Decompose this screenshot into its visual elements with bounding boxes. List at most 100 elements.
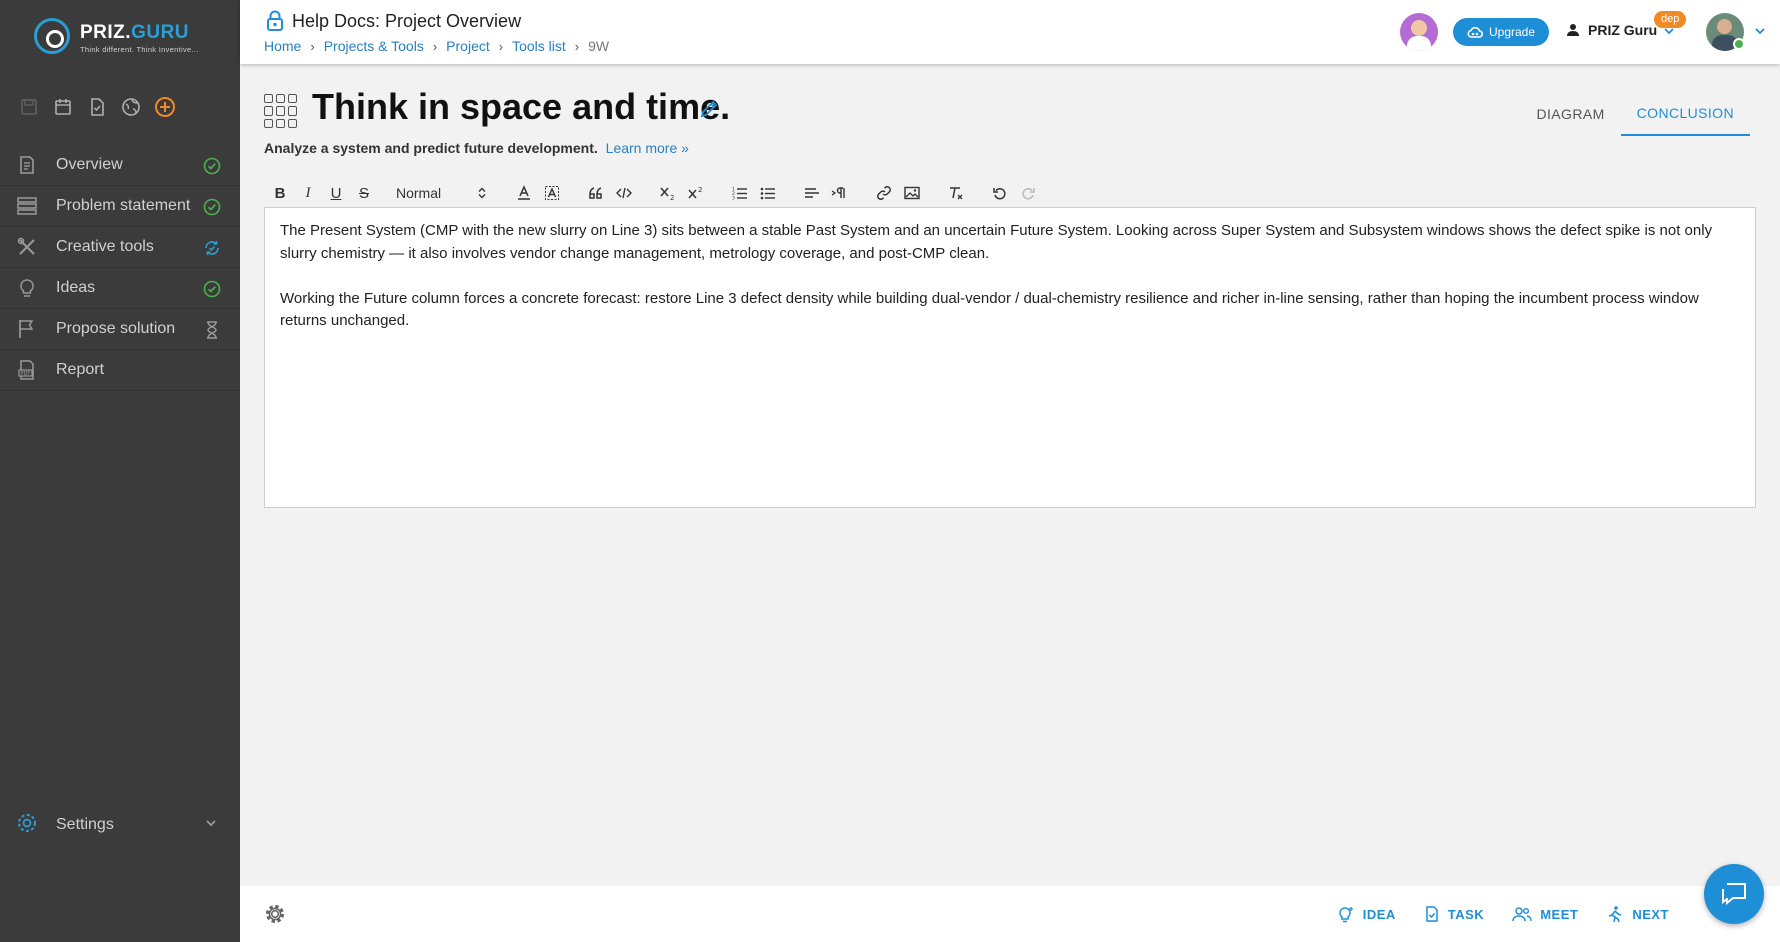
svg-text:2: 2 — [698, 186, 702, 194]
priz-guru-logo[interactable]: PRIZ.GURU Think different. Think Inventi… — [34, 10, 214, 56]
insert-link-button[interactable] — [870, 181, 898, 205]
tab-conclusion[interactable]: CONCLUSION — [1620, 92, 1750, 136]
project-title-text: Help Docs: Project Overview — [292, 10, 522, 31]
heading-select[interactable]: Normal — [396, 181, 494, 205]
code-icon — [616, 187, 632, 199]
align-left-icon — [805, 188, 819, 198]
breadcrumb-current: 9W — [588, 38, 610, 54]
strikethrough-button[interactable]: S — [350, 181, 378, 205]
problem-list-icon — [16, 195, 38, 217]
online-status-icon — [1733, 38, 1745, 50]
chevron-right-icon: › — [574, 38, 580, 54]
redo-button[interactable] — [1014, 181, 1042, 205]
clear-format-button[interactable] — [942, 181, 970, 205]
subscript-icon: 2 — [660, 187, 674, 201]
underline-button[interactable]: U — [322, 181, 350, 205]
svg-text:3: 3 — [732, 196, 735, 201]
sidebar-item-overview[interactable]: Overview — [0, 145, 240, 186]
insert-image-button[interactable] — [898, 181, 926, 205]
svg-text:2: 2 — [670, 194, 674, 201]
page-title: Think in space and time. — [312, 86, 731, 127]
calendar-icon[interactable] — [50, 94, 76, 120]
sidebar-settings[interactable]: Settings — [0, 805, 240, 845]
quote-icon — [589, 187, 602, 199]
sidebar-item-label: Problem statement — [56, 197, 191, 214]
undo-button[interactable] — [986, 181, 1014, 205]
breadcrumb-projects-tools[interactable]: Projects & Tools — [324, 38, 424, 54]
sidebar-item-label: Ideas — [56, 279, 96, 296]
breadcrumb-tools-list[interactable]: Tools list — [512, 38, 566, 54]
tab-diagram[interactable]: DIAGRAM — [1521, 92, 1621, 136]
meet-button[interactable]: MEET — [1512, 906, 1578, 922]
sidebar-item-propose-solution[interactable]: Propose solution — [0, 309, 240, 350]
save-icon[interactable] — [16, 94, 42, 120]
logo-text-main: PRIZ. — [80, 22, 132, 43]
background-color-button[interactable] — [538, 181, 566, 205]
chat-button[interactable] — [1704, 864, 1764, 924]
ordered-list-icon: 123 — [732, 187, 747, 201]
pencil-edit-icon[interactable] — [698, 98, 720, 125]
sidebar-item-ideas[interactable]: Ideas — [0, 268, 240, 309]
ordered-list-button[interactable]: 123 — [726, 181, 754, 205]
bullet-list-icon — [760, 187, 775, 200]
task-doc-icon[interactable] — [84, 94, 110, 120]
italic-button[interactable]: I — [294, 181, 322, 205]
undo-icon — [993, 188, 1006, 200]
sidebar-item-report[interactable]: PDF Report — [0, 350, 240, 391]
subscript-button[interactable]: 2 — [654, 181, 682, 205]
pending-hourglass-icon — [202, 320, 222, 340]
breadcrumb-project[interactable]: Project — [446, 38, 490, 54]
bullet-list-button[interactable] — [754, 181, 782, 205]
sidebar-item-problem-statement[interactable]: Problem statement — [0, 186, 240, 227]
superscript-button[interactable]: 2 — [682, 181, 710, 205]
user-label: PRIZ Guru — [1588, 22, 1658, 38]
breadcrumb-home[interactable]: Home — [264, 38, 301, 54]
project-title: Help Docs: Project Overview — [266, 10, 521, 32]
text-color-button[interactable] — [510, 181, 538, 205]
text-direction-button[interactable] — [826, 181, 854, 205]
done-check-icon — [202, 279, 222, 299]
chevron-down-icon[interactable] — [1662, 24, 1676, 43]
globe-icon[interactable] — [118, 94, 144, 120]
editor-paragraph: The Present System (CMP with the new slu… — [280, 222, 1713, 262]
sidebar-item-label: Propose solution — [56, 320, 176, 337]
chevron-right-icon: › — [310, 38, 315, 54]
upgrade-button[interactable]: Upgrade — [1453, 18, 1549, 46]
next-button[interactable]: NEXT — [1606, 905, 1669, 923]
learn-more-link[interactable]: Learn more » — [606, 140, 689, 156]
chevron-down-icon[interactable] — [1753, 24, 1767, 43]
logo-ring-icon — [34, 18, 70, 54]
idea-label: IDEA — [1362, 906, 1396, 922]
assistant-avatar[interactable] — [1400, 13, 1438, 51]
lightbulb-icon — [16, 277, 38, 299]
conclusion-editor[interactable]: The Present System (CMP with the new slu… — [264, 207, 1756, 508]
pdf-icon: PDF — [16, 359, 38, 381]
select-arrows-icon — [478, 187, 486, 199]
code-block-button[interactable] — [610, 181, 638, 205]
idea-button[interactable]: IDEA — [1337, 905, 1396, 923]
gear-icon[interactable] — [264, 903, 286, 930]
overview-doc-icon — [16, 154, 38, 176]
gear-icon — [16, 812, 38, 839]
link-icon — [877, 186, 891, 200]
add-circle-icon[interactable] — [152, 94, 178, 120]
walking-person-icon — [1609, 906, 1622, 923]
heading-select-value: Normal — [396, 185, 442, 201]
sidebar-item-creative-tools[interactable]: Creative tools — [0, 227, 240, 268]
superscript-icon: 2 — [688, 186, 702, 199]
chevron-down-icon — [204, 816, 218, 835]
blockquote-button[interactable] — [582, 181, 610, 205]
align-button[interactable] — [798, 181, 826, 205]
people-icon — [1512, 907, 1532, 922]
task-label: TASK — [1447, 906, 1485, 922]
task-button[interactable]: TASK — [1424, 905, 1484, 923]
footer-actions: IDEA TASK MEET NEXT — [1337, 886, 1669, 942]
page-subtitle: Analyze a system and predict future deve… — [264, 140, 689, 156]
pilcrow-direction-icon — [831, 187, 845, 198]
lock-icon — [267, 10, 283, 31]
bold-button[interactable]: B — [266, 181, 294, 205]
svg-text:PDF: PDF — [21, 371, 31, 377]
workspace-user-button[interactable]: PRIZ Guru — [1566, 22, 1657, 38]
main-content: Think in space and time. Analyze a syste… — [240, 64, 1780, 886]
sidebar-item-label: Report — [56, 361, 105, 378]
